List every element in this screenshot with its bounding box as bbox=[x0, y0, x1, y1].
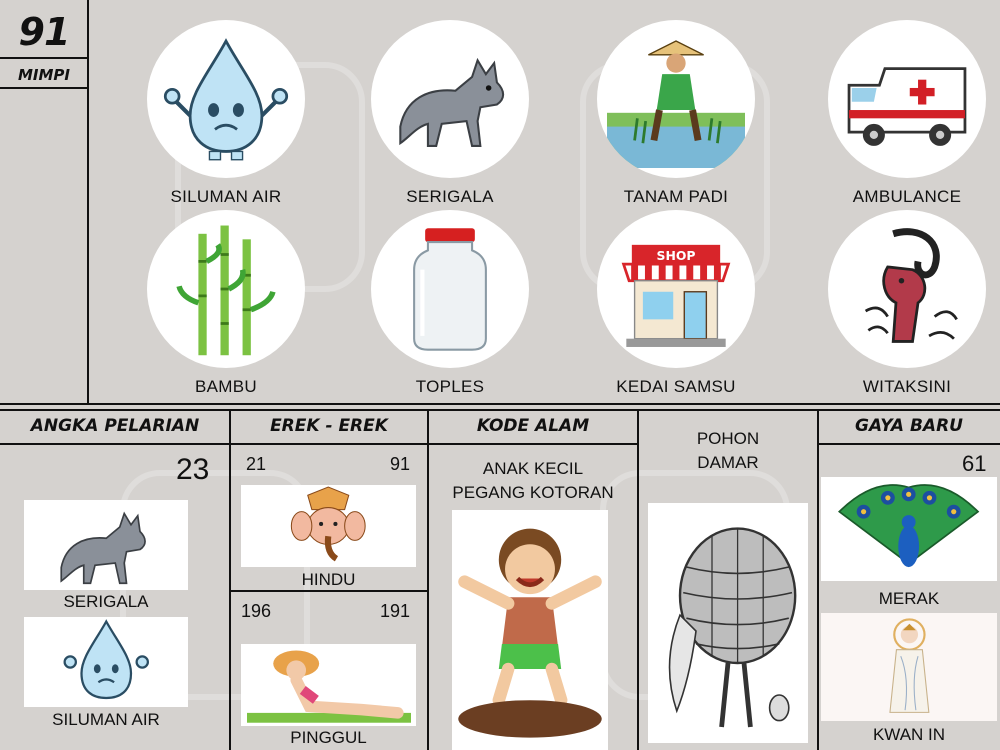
gaya-baru-label: MERAK bbox=[878, 589, 940, 608]
dream-item-label: TOPLES bbox=[415, 377, 485, 396]
peacock-icon bbox=[838, 484, 980, 568]
pohon-line2: DAMAR bbox=[697, 453, 759, 472]
angka-pelarian-title: ANGKA PELARIAN bbox=[30, 416, 200, 436]
dream-item-ambulance: AMBULANCE bbox=[822, 20, 992, 207]
divider bbox=[0, 57, 88, 59]
dream-item-label: SERIGALA bbox=[406, 187, 494, 206]
dream-item-label: KEDAI SAMSU bbox=[616, 377, 736, 396]
shop-icon: SHOP bbox=[597, 210, 755, 368]
gaya-baru-title: GAYA BARU bbox=[855, 416, 963, 436]
angka-pelarian-number: 23 bbox=[176, 453, 210, 486]
dream-item-label: AMBULANCE bbox=[852, 187, 962, 206]
angka-pelarian-card bbox=[24, 500, 188, 590]
angka-pelarian-card bbox=[24, 617, 188, 707]
erek-left-number: 21 bbox=[246, 454, 267, 474]
kode-alam-caption-line2: PEGANG KOTORAN bbox=[452, 483, 614, 502]
dream-item-witaksini: WITAKSINI bbox=[822, 210, 992, 397]
pohon-line1: POHON bbox=[696, 429, 760, 448]
dream-item-kedai-samsu: SHOP KEDAI SAMSU bbox=[591, 210, 761, 397]
dream-number: 91 bbox=[18, 10, 71, 54]
divider bbox=[428, 443, 638, 445]
kode-alam-caption-line1: ANAK KECIL bbox=[482, 459, 584, 478]
erek-card bbox=[241, 644, 416, 726]
divider bbox=[0, 87, 88, 89]
erek-left-number: 196 bbox=[241, 601, 272, 621]
woman-lying-icon bbox=[246, 650, 411, 723]
dream-item-toples: TOPLES bbox=[365, 210, 535, 397]
divider bbox=[0, 409, 1000, 411]
dream-item-label: WITAKSINI bbox=[862, 377, 952, 396]
farmer-planting-rice-icon bbox=[597, 20, 755, 178]
water-drop-character-icon bbox=[63, 619, 149, 700]
erek-erek-title: EREK - EREK bbox=[270, 416, 388, 436]
erek-card bbox=[241, 485, 416, 567]
dream-subtitle: MIMPI bbox=[17, 66, 70, 84]
gaya-baru-card bbox=[821, 613, 997, 721]
pine-cone-icon bbox=[668, 527, 797, 728]
bamboo-icon bbox=[147, 210, 305, 368]
ganesha-icon bbox=[291, 486, 366, 562]
child-in-mud-icon bbox=[458, 528, 602, 738]
angka-pelarian-label: SERIGALA bbox=[63, 592, 149, 611]
dream-item-tanam-padi: TANAM PADI bbox=[591, 20, 761, 207]
gaya-baru-card bbox=[821, 477, 997, 581]
divider bbox=[229, 410, 231, 750]
erek-right-number: 191 bbox=[380, 601, 411, 621]
dream-item-label: BAMBU bbox=[195, 377, 257, 396]
kode-alam-title: KODE ALAM bbox=[476, 416, 590, 436]
wolf-icon bbox=[371, 20, 529, 178]
pohon-card bbox=[648, 503, 808, 743]
divider bbox=[0, 443, 230, 445]
dream-number-box: 91 MIMPI bbox=[0, 0, 88, 88]
divider bbox=[87, 0, 89, 404]
erek-label: PINGGUL bbox=[290, 728, 367, 747]
guanyin-icon bbox=[888, 618, 930, 713]
dream-item-siluman-air: SILUMAN AIR bbox=[141, 20, 311, 207]
divider bbox=[230, 443, 428, 445]
erek-right-number: 91 bbox=[390, 454, 411, 474]
divider bbox=[0, 403, 1000, 405]
angka-pelarian-label: SILUMAN AIR bbox=[52, 710, 160, 729]
dream-item-serigala: SERIGALA bbox=[365, 20, 535, 207]
water-drop-character-icon bbox=[147, 20, 305, 178]
erek-label: HINDU bbox=[301, 570, 356, 589]
jar-icon bbox=[371, 210, 529, 368]
dream-item-label: SILUMAN AIR bbox=[170, 187, 282, 206]
ambulance-icon bbox=[828, 20, 986, 178]
shop-sign: SHOP bbox=[657, 248, 696, 263]
wolf-icon bbox=[60, 511, 146, 585]
dream-item-bambu: BAMBU bbox=[141, 210, 311, 397]
gaya-baru-number: 61 bbox=[962, 451, 987, 476]
divider bbox=[818, 443, 1000, 445]
dream-item-label: TANAM PADI bbox=[623, 187, 729, 206]
kode-alam-card bbox=[452, 510, 608, 750]
divider bbox=[230, 590, 428, 592]
wayang-figure-icon bbox=[828, 210, 986, 368]
gaya-baru-label: KWAN IN bbox=[872, 725, 946, 744]
